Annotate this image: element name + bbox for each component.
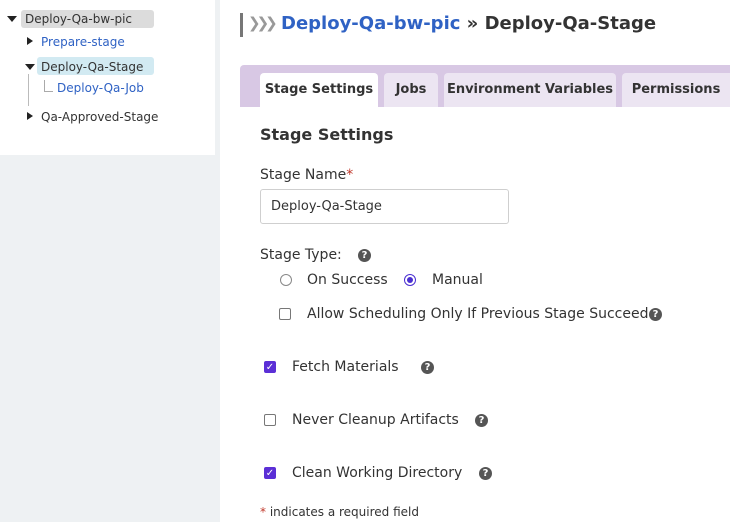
clean-working-dir-label[interactable]: Clean Working Directory — [292, 465, 462, 481]
radio-on-success-label[interactable]: On Success — [307, 272, 388, 288]
stage-name-label-text: Stage Name — [260, 167, 347, 183]
header-accent-bar — [240, 13, 243, 37]
stage-type-help-icon[interactable]: ? — [358, 249, 371, 262]
collapse-triangle-icon[interactable] — [25, 64, 35, 70]
tab-environment-variables[interactable]: Environment Variables — [444, 73, 616, 107]
tab-jobs[interactable]: Jobs — [384, 73, 438, 107]
tree-node-label[interactable]: Qa-Approved-Stage — [41, 108, 158, 126]
fetch-materials-checkbox[interactable]: ✓ — [264, 361, 276, 373]
tab-permissions[interactable]: Permissions — [622, 73, 730, 107]
expand-triangle-icon[interactable] — [27, 37, 33, 45]
clean-working-dir-checkbox[interactable]: ✓ — [264, 467, 276, 479]
collapse-triangle-icon[interactable] — [7, 16, 17, 22]
stage-name-input[interactable] — [260, 189, 509, 224]
tree-root-toggle[interactable] — [7, 10, 17, 28]
allow-scheduling-label[interactable]: Allow Scheduling Only If Previous Stage … — [307, 306, 648, 322]
tree-node-label[interactable]: Prepare-stage — [41, 33, 125, 51]
section-title: Stage Settings — [260, 125, 394, 144]
required-field-note: * indicates a required field — [260, 505, 419, 519]
never-cleanup-checkbox[interactable] — [264, 414, 276, 426]
page-title: Deploy-Qa-bw-pic » Deploy-Qa-Stage — [281, 11, 656, 37]
tree-node-label[interactable]: Deploy-Qa-Job — [57, 79, 144, 97]
never-cleanup-help-icon[interactable]: ? — [475, 414, 488, 427]
expand-triangle-icon[interactable] — [27, 112, 33, 120]
allow-scheduling-help-icon[interactable]: ? — [649, 308, 662, 321]
breadcrumb-arrows-icon: ❯❯❯ — [248, 14, 278, 32]
sidebar-gutter — [215, 0, 220, 522]
breadcrumb-pipeline-link[interactable]: Deploy-Qa-bw-pic — [281, 13, 460, 34]
clean-working-dir-help-icon[interactable]: ? — [479, 467, 492, 480]
stage-name-label: Stage Name* — [260, 167, 353, 183]
tree-root-pipeline[interactable]: Deploy-Qa-bw-pic — [21, 10, 154, 28]
breadcrumb-separator: » — [460, 13, 485, 34]
stage-type-label: Stage Type: — [260, 247, 342, 263]
required-asterisk: * — [260, 505, 266, 519]
radio-on-success[interactable] — [280, 274, 292, 286]
radio-manual[interactable] — [404, 274, 416, 286]
tree-connector-line — [28, 74, 29, 106]
tree-node-label[interactable]: Deploy-Qa-Stage — [41, 58, 143, 76]
allow-scheduling-checkbox[interactable] — [279, 308, 291, 320]
required-asterisk: * — [346, 167, 354, 183]
never-cleanup-label[interactable]: Never Cleanup Artifacts — [292, 412, 459, 428]
fetch-materials-label[interactable]: Fetch Materials — [292, 359, 399, 375]
required-note-text: indicates a required field — [269, 505, 419, 519]
breadcrumb-current-stage: Deploy-Qa-Stage — [484, 13, 657, 34]
tab-stage-settings[interactable]: Stage Settings — [260, 73, 378, 107]
tree-elbow-connector — [44, 80, 53, 92]
sidebar-background — [0, 155, 215, 522]
radio-manual-label[interactable]: Manual — [432, 272, 483, 288]
fetch-materials-help-icon[interactable]: ? — [421, 361, 434, 374]
